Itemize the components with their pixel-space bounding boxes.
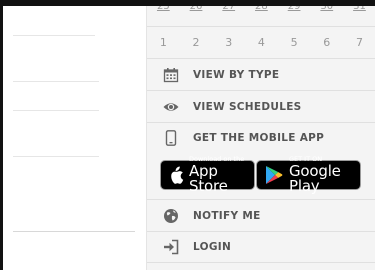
view-by-type-label: VIEW BY TYPE bbox=[193, 68, 280, 81]
separator-line bbox=[13, 110, 99, 111]
separator-line bbox=[13, 81, 99, 82]
calendar-week-row-next: 1 2 3 4 5 6 7 bbox=[147, 32, 375, 54]
login-item[interactable]: LOGIN bbox=[147, 231, 375, 262]
login-label: LOGIN bbox=[193, 240, 232, 253]
google-play-big-text: Google Play bbox=[289, 161, 341, 195]
left-content-pane bbox=[3, 6, 146, 270]
eye-icon bbox=[163, 99, 179, 115]
globe-icon bbox=[163, 208, 179, 224]
menu-divider bbox=[147, 262, 375, 263]
sign-in-icon bbox=[163, 239, 179, 255]
apple-icon bbox=[169, 166, 184, 184]
view-schedules-label: VIEW SCHEDULES bbox=[193, 100, 302, 113]
calendar-date[interactable]: 5 bbox=[278, 32, 311, 54]
calendar-date[interactable]: 25 bbox=[147, 6, 180, 16]
calendar-date[interactable]: 6 bbox=[310, 32, 343, 54]
calendar-week-row-prev: 25 26 27 28 29 30 31 bbox=[147, 6, 375, 16]
right-sidebar: 25 26 27 28 29 30 31 1 2 3 4 5 6 7 VIEW … bbox=[146, 6, 375, 270]
calendar-date[interactable]: 28 bbox=[245, 6, 278, 16]
notify-me-item[interactable]: NOTIFY ME bbox=[147, 200, 375, 231]
calendar-date[interactable]: 30 bbox=[310, 6, 343, 16]
get-mobile-app-item[interactable]: GET THE MOBILE APP bbox=[147, 122, 375, 153]
calendar-date[interactable]: 29 bbox=[278, 6, 311, 16]
app-store-badge[interactable]: Download on the App Store bbox=[160, 156, 255, 193]
app-store-big-text: App Store bbox=[189, 161, 228, 195]
view-by-type-item[interactable]: VIEW BY TYPE bbox=[147, 59, 375, 90]
calendar-date[interactable]: 4 bbox=[245, 32, 278, 54]
calendar-date[interactable]: 31 bbox=[343, 6, 375, 16]
app-store-badge-text: Download on the App Store bbox=[189, 156, 254, 194]
calendar-date[interactable]: 3 bbox=[212, 32, 245, 54]
get-mobile-app-label: GET THE MOBILE APP bbox=[193, 131, 325, 144]
google-play-badge-text: GET IT ON Google Play bbox=[289, 156, 360, 194]
separator-line bbox=[13, 231, 135, 232]
separator-line bbox=[13, 156, 99, 157]
view-schedules-item[interactable]: VIEW SCHEDULES bbox=[147, 91, 375, 122]
calendar-date[interactable]: 2 bbox=[180, 32, 213, 54]
separator-line bbox=[13, 35, 95, 36]
calendar-date[interactable]: 1 bbox=[147, 32, 180, 54]
google-play-badge[interactable]: GET IT ON Google Play bbox=[256, 156, 361, 193]
phone-icon bbox=[163, 129, 179, 146]
calendar-date[interactable]: 27 bbox=[212, 6, 245, 16]
calendar-date[interactable]: 26 bbox=[180, 6, 213, 16]
calendar-date[interactable]: 7 bbox=[343, 32, 375, 54]
calendar-icon bbox=[163, 67, 179, 83]
google-play-icon bbox=[265, 165, 283, 185]
calendar-divider bbox=[147, 26, 375, 27]
notify-me-label: NOTIFY ME bbox=[193, 209, 261, 222]
